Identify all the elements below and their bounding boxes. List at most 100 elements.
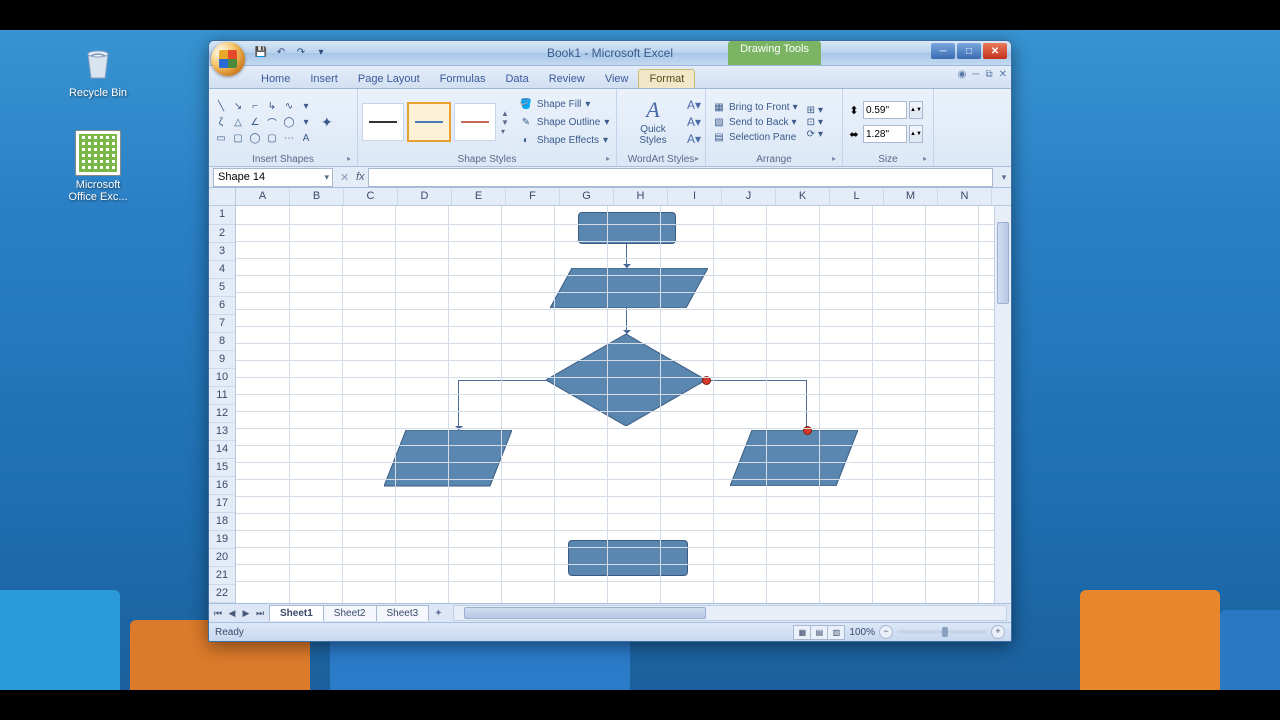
column-header[interactable]: E bbox=[452, 188, 506, 205]
column-header[interactable]: I bbox=[668, 188, 722, 205]
close-button[interactable]: ✕ bbox=[983, 43, 1007, 59]
curve-shape-icon[interactable]: ∿ bbox=[281, 99, 297, 114]
column-header[interactable]: B bbox=[290, 188, 344, 205]
arc-icon[interactable]: ⌒ bbox=[264, 115, 280, 130]
tab-home[interactable]: Home bbox=[251, 70, 300, 88]
page-layout-view-button[interactable]: ▤ bbox=[811, 626, 828, 639]
gallery-up-icon[interactable]: ▲ bbox=[501, 109, 509, 118]
blob-icon[interactable]: ◯ bbox=[281, 115, 297, 130]
column-header[interactable]: C bbox=[344, 188, 398, 205]
row-header[interactable]: 13 bbox=[209, 423, 235, 441]
gallery-down-icon[interactable]: ▼ bbox=[501, 118, 509, 127]
roundrect-icon[interactable]: ▢ bbox=[230, 131, 246, 146]
row-header[interactable]: 6 bbox=[209, 297, 235, 315]
text-outline-icon[interactable]: A▾ bbox=[687, 115, 701, 129]
row-header[interactable]: 8 bbox=[209, 333, 235, 351]
minimize-button[interactable]: ─ bbox=[931, 43, 955, 59]
tab-page-layout[interactable]: Page Layout bbox=[348, 70, 430, 88]
column-header[interactable]: J bbox=[722, 188, 776, 205]
excel-desktop-icon[interactable]: Microsoft Office Exc... bbox=[62, 130, 134, 203]
fx-icon[interactable]: fx bbox=[352, 171, 368, 183]
rect-shape-icon[interactable]: ▭ bbox=[213, 131, 229, 146]
column-header[interactable]: A bbox=[236, 188, 290, 205]
style-swatch-1[interactable] bbox=[362, 103, 404, 141]
qat-dropdown-icon[interactable]: ▾ bbox=[313, 45, 329, 61]
quick-styles-button[interactable]: A Quick Styles bbox=[621, 96, 685, 148]
expand-formula-bar-icon[interactable]: ▾ bbox=[997, 172, 1011, 183]
connector-left-v[interactable] bbox=[458, 380, 459, 430]
formula-bar[interactable] bbox=[368, 168, 993, 187]
tab-insert[interactable]: Insert bbox=[300, 70, 348, 88]
name-box[interactable]: Shape 14 bbox=[213, 168, 333, 187]
zoom-level[interactable]: 100% bbox=[849, 627, 875, 638]
zoom-slider[interactable] bbox=[897, 630, 987, 634]
vscroll-thumb[interactable] bbox=[997, 222, 1009, 304]
last-sheet-button[interactable]: ⏭ bbox=[253, 608, 267, 619]
column-header[interactable]: H bbox=[614, 188, 668, 205]
ellipse-shape-icon[interactable]: ◯ bbox=[247, 131, 263, 146]
flowchart-parallelogram-1[interactable] bbox=[550, 268, 708, 308]
roundrect2-icon[interactable]: ▢ bbox=[264, 131, 280, 146]
tab-data[interactable]: Data bbox=[495, 70, 538, 88]
elbow-shape-icon[interactable]: ⌐ bbox=[247, 99, 263, 114]
vertical-scrollbar[interactable] bbox=[994, 206, 1011, 603]
tab-format[interactable]: Format bbox=[638, 69, 695, 88]
column-header[interactable]: N bbox=[938, 188, 992, 205]
shape-width-input[interactable] bbox=[863, 125, 907, 143]
row-header[interactable]: 2 bbox=[209, 225, 235, 243]
rotate-button[interactable]: ⟳▾ bbox=[805, 129, 825, 140]
horizontal-scrollbar[interactable] bbox=[453, 605, 1007, 621]
row-header[interactable]: 21 bbox=[209, 567, 235, 585]
row-header[interactable]: 1 bbox=[209, 206, 235, 225]
help-icon[interactable]: ◉ bbox=[958, 69, 967, 80]
shape-outline-button[interactable]: ✎Shape Outline ▾ bbox=[517, 114, 611, 130]
select-all-corner[interactable] bbox=[209, 188, 236, 206]
first-sheet-button[interactable]: ⏮ bbox=[211, 608, 225, 619]
row-header[interactable]: 20 bbox=[209, 549, 235, 567]
zoom-in-button[interactable]: + bbox=[991, 625, 1005, 639]
recycle-bin-icon[interactable]: Recycle Bin bbox=[62, 40, 134, 99]
redo-icon[interactable]: ↷ bbox=[293, 45, 309, 61]
row-headers[interactable]: 12345678910111213141516171819202122 bbox=[209, 206, 236, 603]
doc-close-icon[interactable]: ✕ bbox=[999, 69, 1007, 80]
textbox-icon[interactable]: A bbox=[298, 131, 314, 146]
page-break-view-button[interactable]: ▥ bbox=[828, 626, 844, 639]
shapes-more2-icon[interactable]: ▾ bbox=[298, 115, 314, 130]
connector-right[interactable] bbox=[706, 380, 806, 381]
row-header[interactable]: 16 bbox=[209, 477, 235, 495]
height-spinner[interactable]: ▲▼ bbox=[909, 101, 923, 119]
column-header[interactable]: K bbox=[776, 188, 830, 205]
edit-shape-icon[interactable]: ✦ bbox=[320, 113, 334, 132]
hscroll-thumb[interactable] bbox=[464, 607, 706, 619]
flowchart-terminator-bottom[interactable] bbox=[568, 540, 688, 576]
save-icon[interactable]: 💾 bbox=[253, 45, 269, 61]
tab-review[interactable]: Review bbox=[539, 70, 595, 88]
flowchart-terminator-top[interactable] bbox=[578, 212, 676, 244]
flowchart-decision[interactable] bbox=[546, 334, 706, 426]
scribble-icon[interactable]: ζ bbox=[213, 115, 229, 130]
row-header[interactable]: 3 bbox=[209, 243, 235, 261]
connector-left[interactable] bbox=[458, 380, 546, 381]
column-header[interactable]: G bbox=[560, 188, 614, 205]
cells-grid[interactable] bbox=[236, 206, 994, 603]
style-swatch-3[interactable] bbox=[454, 103, 496, 141]
row-header[interactable]: 14 bbox=[209, 441, 235, 459]
row-header[interactable]: 7 bbox=[209, 315, 235, 333]
column-header[interactable]: M bbox=[884, 188, 938, 205]
shapes-gallery[interactable]: ╲ ↘ ⌐ ↳ ∿ ▾ ζ △ ∠ ⌒ ◯ ▾ ▭ ▢ ◯ ▢ ⋯ A bbox=[213, 99, 314, 146]
text-fill-icon[interactable]: A▾ bbox=[687, 98, 701, 112]
connector-right-v[interactable] bbox=[806, 380, 807, 430]
send-to-back-button[interactable]: ▧Send to Back ▾ bbox=[710, 115, 800, 129]
elbow-arrow-icon[interactable]: ↳ bbox=[264, 99, 280, 114]
zoom-out-button[interactable]: − bbox=[879, 625, 893, 639]
width-spinner[interactable]: ▲▼ bbox=[909, 125, 923, 143]
text-effects-icon[interactable]: A▾ bbox=[687, 132, 701, 146]
style-swatch-2[interactable] bbox=[407, 102, 451, 142]
gallery-more-icon[interactable]: ▾ bbox=[501, 127, 509, 136]
line-shape-icon[interactable]: ╲ bbox=[213, 99, 229, 114]
maximize-button[interactable]: □ bbox=[957, 43, 981, 59]
row-header[interactable]: 12 bbox=[209, 405, 235, 423]
doc-restore-icon[interactable]: ⧉ bbox=[985, 69, 992, 80]
column-header[interactable]: F bbox=[506, 188, 560, 205]
sheet-tab-3[interactable]: Sheet3 bbox=[376, 605, 430, 621]
